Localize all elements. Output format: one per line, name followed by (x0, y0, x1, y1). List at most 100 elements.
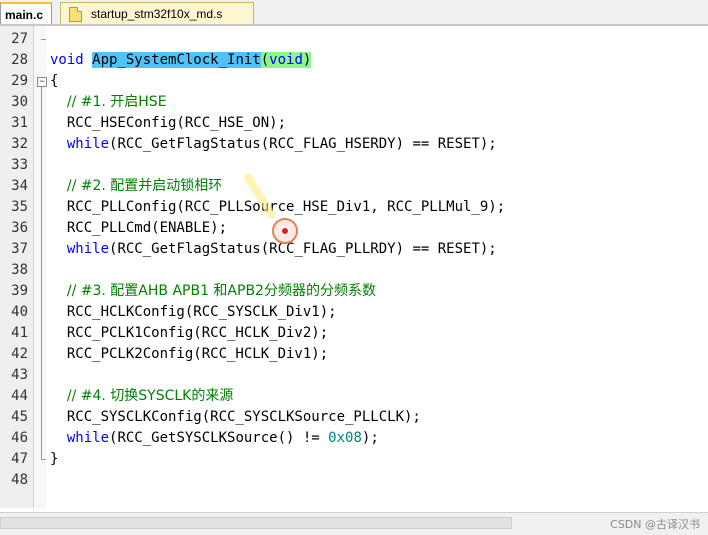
code-text[interactable]: RCC_HCLKConfig(RCC_SYSCLK_Div1); (50, 302, 337, 323)
code-text[interactable]: { (50, 71, 58, 92)
line-number: 36 (11, 220, 28, 236)
line-number: 42 (11, 346, 28, 362)
paren: ( (260, 52, 270, 68)
code-line[interactable]: 29 { (0, 71, 708, 92)
code-line[interactable]: 36 RCC_PLLCmd(ENABLE); (0, 218, 708, 239)
code-line[interactable]: 28 void App_SystemClock_Init(void) (0, 50, 708, 71)
code-line[interactable]: 30 // #1. 开启HSE (0, 92, 708, 113)
horizontal-scrollbar[interactable]: CSDN @古译汉书 (0, 512, 708, 535)
line-number: 43 (11, 367, 28, 383)
code-text[interactable]: } (50, 449, 58, 470)
code-token: RCC_PCLK2Config(RCC_HCLK_Div1); (50, 346, 329, 362)
cursor-dot-icon (281, 227, 289, 235)
function-name: App_SystemClock_Init (92, 52, 261, 68)
code-line[interactable]: 44 // #4. 切换SYSCLK的来源 (0, 386, 708, 407)
code-text[interactable]: while(RCC_GetFlagStatus(RCC_FLAG_PLLRDY)… (50, 239, 497, 260)
code-token: (RCC_GetFlagStatus(RCC_FLAG_HSERDY) == R… (109, 136, 497, 152)
code-text[interactable]: // #2. 配置并启动锁相环 (50, 176, 222, 197)
tab-bar: main.c startup_stm32f10x_md.s (0, 0, 708, 26)
code-text[interactable]: // #4. 切换SYSCLK的来源 (50, 386, 234, 407)
comment: // #4. 切换SYSCLK的来源 (66, 388, 234, 404)
line-number: 44 (11, 388, 28, 404)
code-line[interactable]: 39 // #3. 配置AHB APB1 和APB2分频器的分频系数 (0, 281, 708, 302)
code-line[interactable]: 27 (0, 29, 708, 50)
tab-label: main.c (5, 8, 44, 22)
comment: // #2. 配置并启动锁相环 (66, 178, 223, 194)
line-number: 48 (11, 472, 28, 488)
line-number: 45 (11, 409, 28, 425)
code-line[interactable]: 46 while(RCC_GetSYSCLKSource() != 0x08); (0, 428, 708, 449)
code-text[interactable]: RCC_PLLCmd(ENABLE); (50, 218, 227, 239)
comment: // #1. 开启HSE (66, 94, 167, 110)
code-text[interactable]: RCC_PCLK2Config(RCC_HCLK_Div1); (50, 344, 328, 365)
code-line[interactable]: 38 (0, 260, 708, 281)
line-number: 32 (11, 136, 28, 152)
scrollbar-track[interactable] (0, 517, 512, 529)
code-line[interactable]: 40 RCC_HCLKConfig(RCC_SYSCLK_Div1); (0, 302, 708, 323)
keyword: while (66, 136, 110, 152)
code-text[interactable]: RCC_PCLK1Config(RCC_HCLK_Div2); (50, 323, 328, 344)
line-number: 35 (11, 199, 28, 215)
code-text[interactable]: // #1. 开启HSE (50, 92, 167, 113)
code-text[interactable]: RCC_SYSCLKConfig(RCC_SYSCLKSource_PLLCLK… (50, 407, 421, 428)
code-token: RCC_PCLK1Config(RCC_HCLK_Div2); (50, 325, 329, 341)
code-line[interactable]: 33 (0, 155, 708, 176)
code-line[interactable]: 48 (0, 470, 708, 491)
line-number: 46 (11, 430, 28, 446)
line-number: 33 (11, 157, 28, 173)
code-line[interactable]: 32 while(RCC_GetFlagStatus(RCC_FLAG_HSER… (0, 134, 708, 155)
keyword: while (66, 430, 110, 446)
tab-startup-stm32f10x-md-s[interactable]: startup_stm32f10x_md.s (60, 2, 254, 24)
code-text[interactable]: // #3. 配置AHB APB1 和APB2分频器的分频系数 (50, 281, 376, 302)
line-number: 34 (11, 178, 28, 194)
code-token: { (50, 73, 59, 89)
code-line[interactable]: 37 while(RCC_GetFlagStatus(RCC_FLAG_PLLR… (0, 239, 708, 260)
line-number: 47 (11, 451, 28, 467)
code-line[interactable]: 35 RCC_PLLConfig(RCC_PLLSource_HSE_Div1,… (0, 197, 708, 218)
line-number: 38 (11, 262, 28, 278)
code-line[interactable]: 34 // #2. 配置并启动锁相环 (0, 176, 708, 197)
code-text[interactable]: while(RCC_GetSYSCLKSource() != 0x08); (50, 428, 379, 449)
code-line[interactable]: 42 RCC_PCLK2Config(RCC_HCLK_Div1); (0, 344, 708, 365)
code-token: (RCC_GetSYSCLKSource() != (109, 430, 329, 446)
fold-end-tick (41, 39, 46, 40)
tab-label: startup_stm32f10x_md.s (91, 7, 223, 21)
line-number: 29 (11, 73, 28, 89)
code-line[interactable]: 41 RCC_PCLK1Config(RCC_HCLK_Div2); (0, 323, 708, 344)
line-number: 37 (11, 241, 28, 257)
code-line[interactable]: 45 RCC_SYSCLKConfig(RCC_SYSCLKSource_PLL… (0, 407, 708, 428)
keyword: while (66, 241, 110, 257)
comment: // #3. 配置AHB APB1 和APB2分频器的分频系数 (66, 283, 376, 299)
keyword: void (269, 52, 303, 68)
code-line[interactable]: 47} (0, 449, 708, 470)
code-text[interactable]: while(RCC_GetFlagStatus(RCC_FLAG_HSERDY)… (50, 134, 497, 155)
code-text[interactable]: RCC_PLLConfig(RCC_PLLSource_HSE_Div1, RC… (50, 197, 505, 218)
tab-main-c[interactable]: main.c (0, 2, 52, 24)
code-line[interactable]: 43 (0, 365, 708, 386)
line-number: 31 (11, 115, 28, 131)
line-number: 30 (11, 94, 28, 110)
code-text[interactable]: RCC_HSEConfig(RCC_HSE_ON); (50, 113, 286, 134)
code-token: } (50, 451, 59, 467)
file-icon (69, 7, 82, 22)
line-number: 28 (11, 52, 28, 68)
line-number: 39 (11, 283, 28, 299)
code-token: (RCC_GetFlagStatus(RCC_FLAG_PLLRDY) == R… (109, 241, 497, 257)
watermark: CSDN @古译汉书 (610, 518, 700, 531)
code-token: RCC_PLLConfig(RCC_PLLSource_HSE_Div1, RC… (50, 199, 506, 215)
line-number: 40 (11, 304, 28, 320)
code-text[interactable]: void App_SystemClock_Init(void) (50, 50, 312, 71)
code-token: RCC_HSEConfig(RCC_HSE_ON); (50, 115, 287, 131)
fold-toggle-icon[interactable]: − (37, 77, 47, 87)
code-line[interactable]: 31 RCC_HSEConfig(RCC_HSE_ON); (0, 113, 708, 134)
paren: ) (302, 52, 312, 68)
code-token: ); (361, 430, 379, 446)
